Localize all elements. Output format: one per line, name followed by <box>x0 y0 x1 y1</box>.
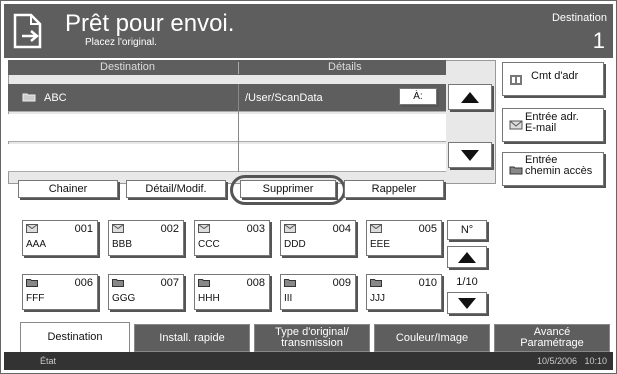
folder-icon <box>22 93 36 102</box>
folder-icon <box>198 279 210 287</box>
page-title: Prêt pour envoi. <box>65 10 235 37</box>
key-name: FFF <box>26 293 45 304</box>
delete-button[interactable]: Supprimer <box>240 180 336 198</box>
email-icon <box>112 224 124 233</box>
recipient-type-button[interactable]: À: <box>399 88 437 105</box>
key-number: 008 <box>246 277 265 289</box>
tab-color-image[interactable]: Couleur/Image <box>374 324 490 352</box>
arrow-up-icon <box>461 92 479 103</box>
email-icon <box>26 224 38 233</box>
table-row[interactable] <box>8 84 446 112</box>
folder-icon <box>26 279 38 287</box>
one-touch-key[interactable]: 007 GGG <box>108 274 184 310</box>
one-touch-key[interactable]: 006 FFF <box>22 274 98 310</box>
email-icon <box>370 224 382 233</box>
email-icon <box>284 224 296 233</box>
column-divider <box>238 84 239 172</box>
chain-button[interactable]: Chainer <box>18 180 118 198</box>
page-down-button[interactable] <box>447 292 487 314</box>
address-book-button[interactable]: Cmt d'adr <box>502 62 604 96</box>
number-search-button[interactable]: N° <box>447 220 487 240</box>
one-touch-key[interactable]: 008 HHH <box>194 274 270 310</box>
table-header <box>8 60 446 75</box>
detail-edit-button[interactable]: Détail/Modif. <box>126 180 226 198</box>
one-touch-key[interactable]: 001 AAA <box>22 220 98 256</box>
column-header-details: Détails <box>328 61 362 73</box>
tab-quick-setup[interactable]: Install. rapide <box>134 324 250 352</box>
send-document-icon <box>13 13 42 49</box>
address-book-label: Cmt d'adr <box>531 70 579 82</box>
column-header-destination: Destination <box>100 61 156 73</box>
folder-icon <box>112 279 124 287</box>
folder-icon <box>284 279 296 287</box>
one-touch-key[interactable]: 005 EEE <box>366 220 442 256</box>
path-entry-label: Entrée chemin accès <box>525 154 593 177</box>
header-divider <box>238 62 239 74</box>
status-bar <box>4 352 613 370</box>
one-touch-key[interactable]: 009 III <box>280 274 356 310</box>
folder-icon <box>509 166 523 175</box>
key-number: 005 <box>418 223 437 235</box>
table-row[interactable] <box>8 144 446 172</box>
page-indicator: 1/10 <box>456 276 478 288</box>
destination-details: /User/ScanData <box>245 92 323 104</box>
key-name: DDD <box>284 239 306 250</box>
email-icon <box>198 224 210 233</box>
key-number: 004 <box>332 223 351 235</box>
arrow-up-icon <box>458 252 476 263</box>
destination-count-label: Destination <box>551 12 607 24</box>
one-touch-key[interactable]: 010 JJJ <box>366 274 442 310</box>
tab-advanced-setup[interactable]: Avancé Paramétrage <box>494 324 610 352</box>
table-row[interactable] <box>8 114 446 142</box>
key-name: JJJ <box>370 293 385 304</box>
email-entry-button[interactable]: Entrée adr. E-mail <box>502 108 604 142</box>
one-touch-key[interactable]: 002 BBB <box>108 220 184 256</box>
key-name: AAA <box>26 239 47 250</box>
key-number: 009 <box>332 277 351 289</box>
status-label: État <box>40 356 57 366</box>
page-up-button[interactable] <box>447 246 487 268</box>
key-name: HHH <box>198 293 220 304</box>
arrow-down-icon <box>458 298 476 309</box>
email-icon <box>509 120 523 130</box>
page-subtitle: Placez l'original. <box>85 37 157 48</box>
destination-count: 1 <box>592 28 605 53</box>
key-number: 007 <box>160 277 179 289</box>
recall-button[interactable]: Rappeler <box>344 180 444 198</box>
one-touch-key[interactable]: 003 CCC <box>194 220 270 256</box>
key-name: CCC <box>198 239 220 250</box>
scroll-down-button[interactable] <box>448 142 492 168</box>
email-entry-label: Entrée adr. E-mail <box>525 111 579 134</box>
folder-icon <box>370 279 382 287</box>
tab-destination[interactable]: Destination <box>20 322 130 352</box>
destination-name: ABC <box>44 92 67 104</box>
key-number: 002 <box>160 223 179 235</box>
datetime: 10/5/2006 10:10 <box>536 356 607 366</box>
key-name: GGG <box>112 293 136 304</box>
key-name: III <box>284 293 293 304</box>
address-book-icon <box>510 75 522 85</box>
key-name: EEE <box>370 239 391 250</box>
key-number: 001 <box>74 223 93 235</box>
key-number: 010 <box>418 277 437 289</box>
one-touch-key[interactable]: 004 DDD <box>280 220 356 256</box>
scroll-up-button[interactable] <box>448 84 492 110</box>
key-number: 003 <box>246 223 265 235</box>
path-entry-button[interactable]: Entrée chemin accès <box>502 152 604 186</box>
tab-original-type[interactable]: Type d'original/ transmission <box>254 324 370 352</box>
key-name: BBB <box>112 239 133 250</box>
key-number: 006 <box>74 277 93 289</box>
arrow-down-icon <box>461 150 479 161</box>
